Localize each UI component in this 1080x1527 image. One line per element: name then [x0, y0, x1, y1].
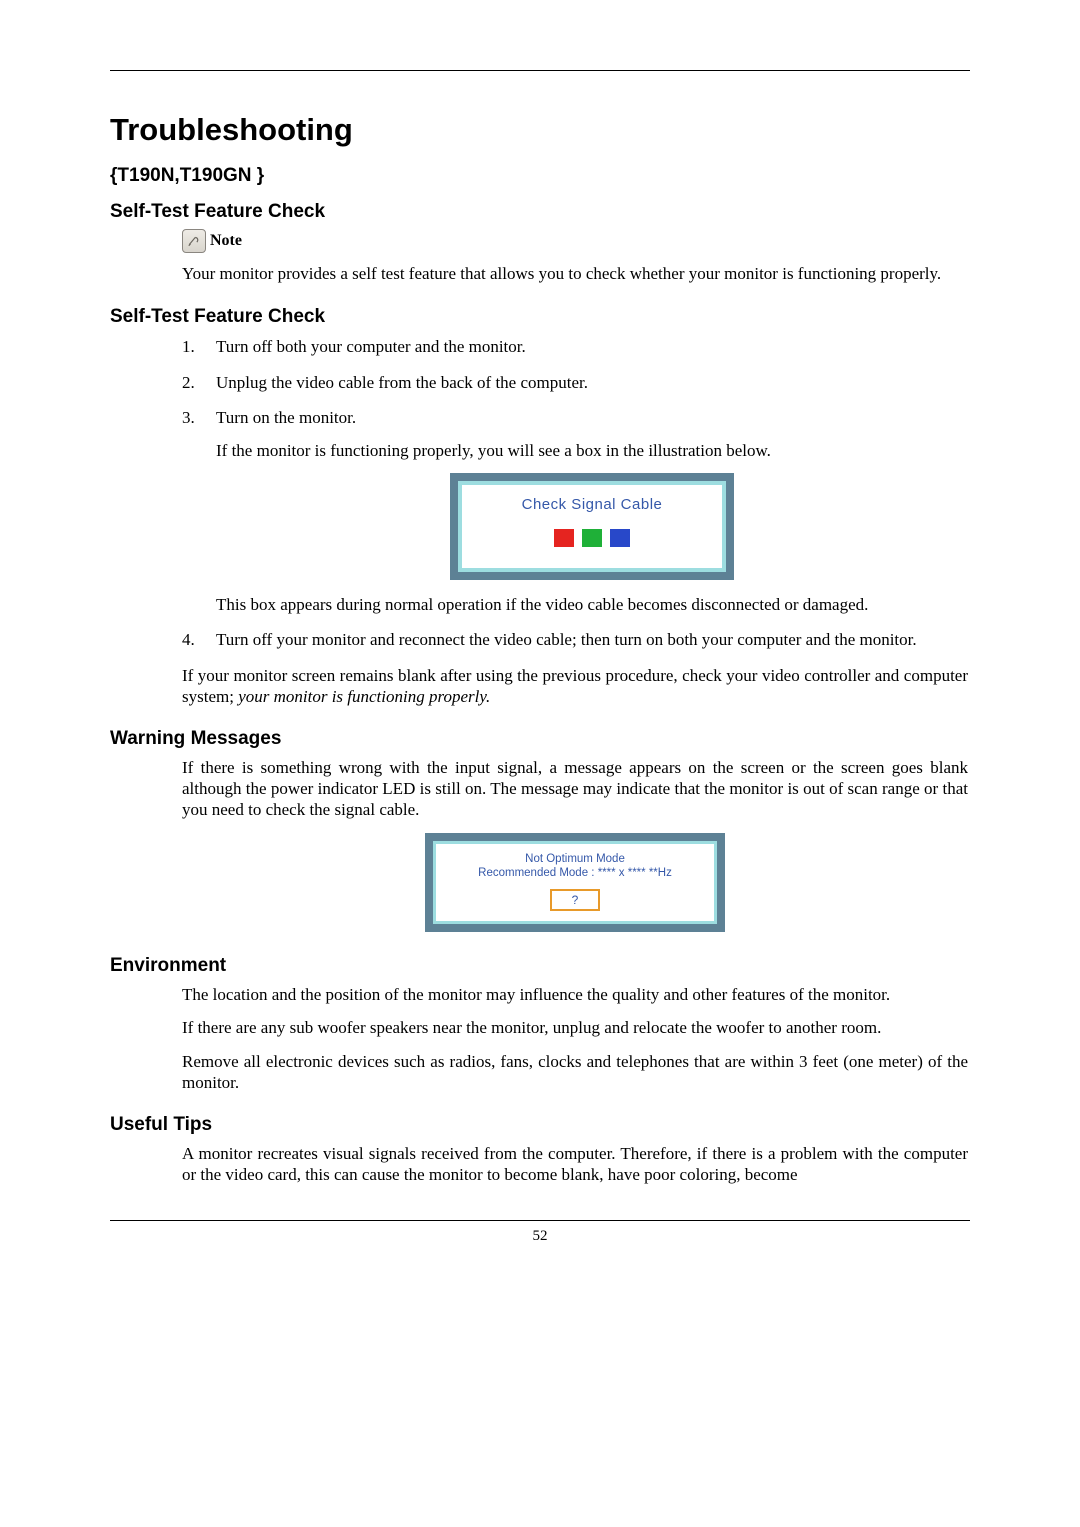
model-line: {T190N,T190GN }: [110, 164, 970, 188]
step-1: Turn off both your computer and the moni…: [182, 336, 968, 357]
heading-useful-tips: Useful Tips: [110, 1113, 970, 1137]
step-4: Turn off your monitor and reconnect the …: [182, 629, 968, 650]
bottom-rule: [110, 1220, 970, 1221]
self-test-note-para: Your monitor provides a self test featur…: [182, 263, 968, 284]
note-icon: [182, 229, 206, 253]
step-3-post: This box appears during normal operation…: [216, 594, 968, 615]
self-test-1-block: Note Your monitor provides a self test f…: [182, 229, 968, 284]
heading-self-test-1: Self-Test Feature Check: [110, 200, 970, 224]
useful-tips-p1: A monitor recreates visual signals recei…: [182, 1143, 968, 1186]
blue-square-icon: [610, 529, 630, 547]
note-row: Note: [182, 229, 968, 253]
self-test-closing: If your monitor screen remains blank aft…: [182, 665, 968, 708]
figure-1-wrap: Check Signal Cable: [216, 473, 968, 580]
useful-tips-block: A monitor recreates visual signals recei…: [182, 1143, 968, 1186]
step-2-text: Unplug the video cable from the back of …: [216, 373, 588, 392]
step-1-text: Turn off both your computer and the moni…: [216, 337, 526, 356]
figure-1-title: Check Signal Cable: [461, 496, 723, 515]
figure-2-inner: Not Optimum Mode Recommended Mode : ****…: [433, 841, 717, 925]
environment-p2: If there are any sub woofer speakers nea…: [182, 1017, 968, 1038]
heading-self-test-2: Self-Test Feature Check: [110, 305, 970, 329]
environment-p3: Remove all electronic devices such as ra…: [182, 1051, 968, 1094]
document-page: Troubleshooting {T190N,T190GN } Self-Tes…: [0, 0, 1080, 1527]
step-3-sub: If the monitor is functioning properly, …: [216, 440, 968, 461]
figure-2-line-1: Not Optimum Mode: [442, 852, 708, 867]
green-square-icon: [582, 529, 602, 547]
figure-1-inner: Check Signal Cable: [458, 481, 726, 572]
page-number: 52: [110, 1227, 970, 1246]
self-test-2-block: Turn off both your computer and the moni…: [182, 336, 968, 707]
figure-not-optimum-mode: Not Optimum Mode Recommended Mode : ****…: [425, 833, 725, 933]
figure-2-line-2: Recommended Mode : **** x **** **Hz: [442, 866, 708, 881]
page-title: Troubleshooting: [110, 111, 970, 150]
figure-2-button: ?: [550, 889, 600, 911]
figure-2-wrap: Not Optimum Mode Recommended Mode : ****…: [182, 833, 968, 933]
step-4-text: Turn off your monitor and reconnect the …: [216, 630, 917, 649]
heading-environment: Environment: [110, 954, 970, 978]
figure-1-color-row: [461, 529, 723, 547]
closing-italic: your monitor is functioning properly.: [238, 687, 490, 706]
warning-block: If there is something wrong with the inp…: [182, 757, 968, 933]
step-2: Unplug the video cable from the back of …: [182, 372, 968, 393]
note-label: Note: [210, 231, 242, 251]
step-3-text: Turn on the monitor.: [216, 408, 356, 427]
heading-warning-messages: Warning Messages: [110, 727, 970, 751]
self-test-steps: Turn off both your computer and the moni…: [182, 336, 968, 650]
environment-p1: The location and the position of the mon…: [182, 984, 968, 1005]
figure-check-signal-cable: Check Signal Cable: [450, 473, 734, 580]
top-rule: [110, 70, 970, 71]
environment-block: The location and the position of the mon…: [182, 984, 968, 1093]
red-square-icon: [554, 529, 574, 547]
warning-para: If there is something wrong with the inp…: [182, 757, 968, 821]
step-3: Turn on the monitor. If the monitor is f…: [182, 407, 968, 616]
